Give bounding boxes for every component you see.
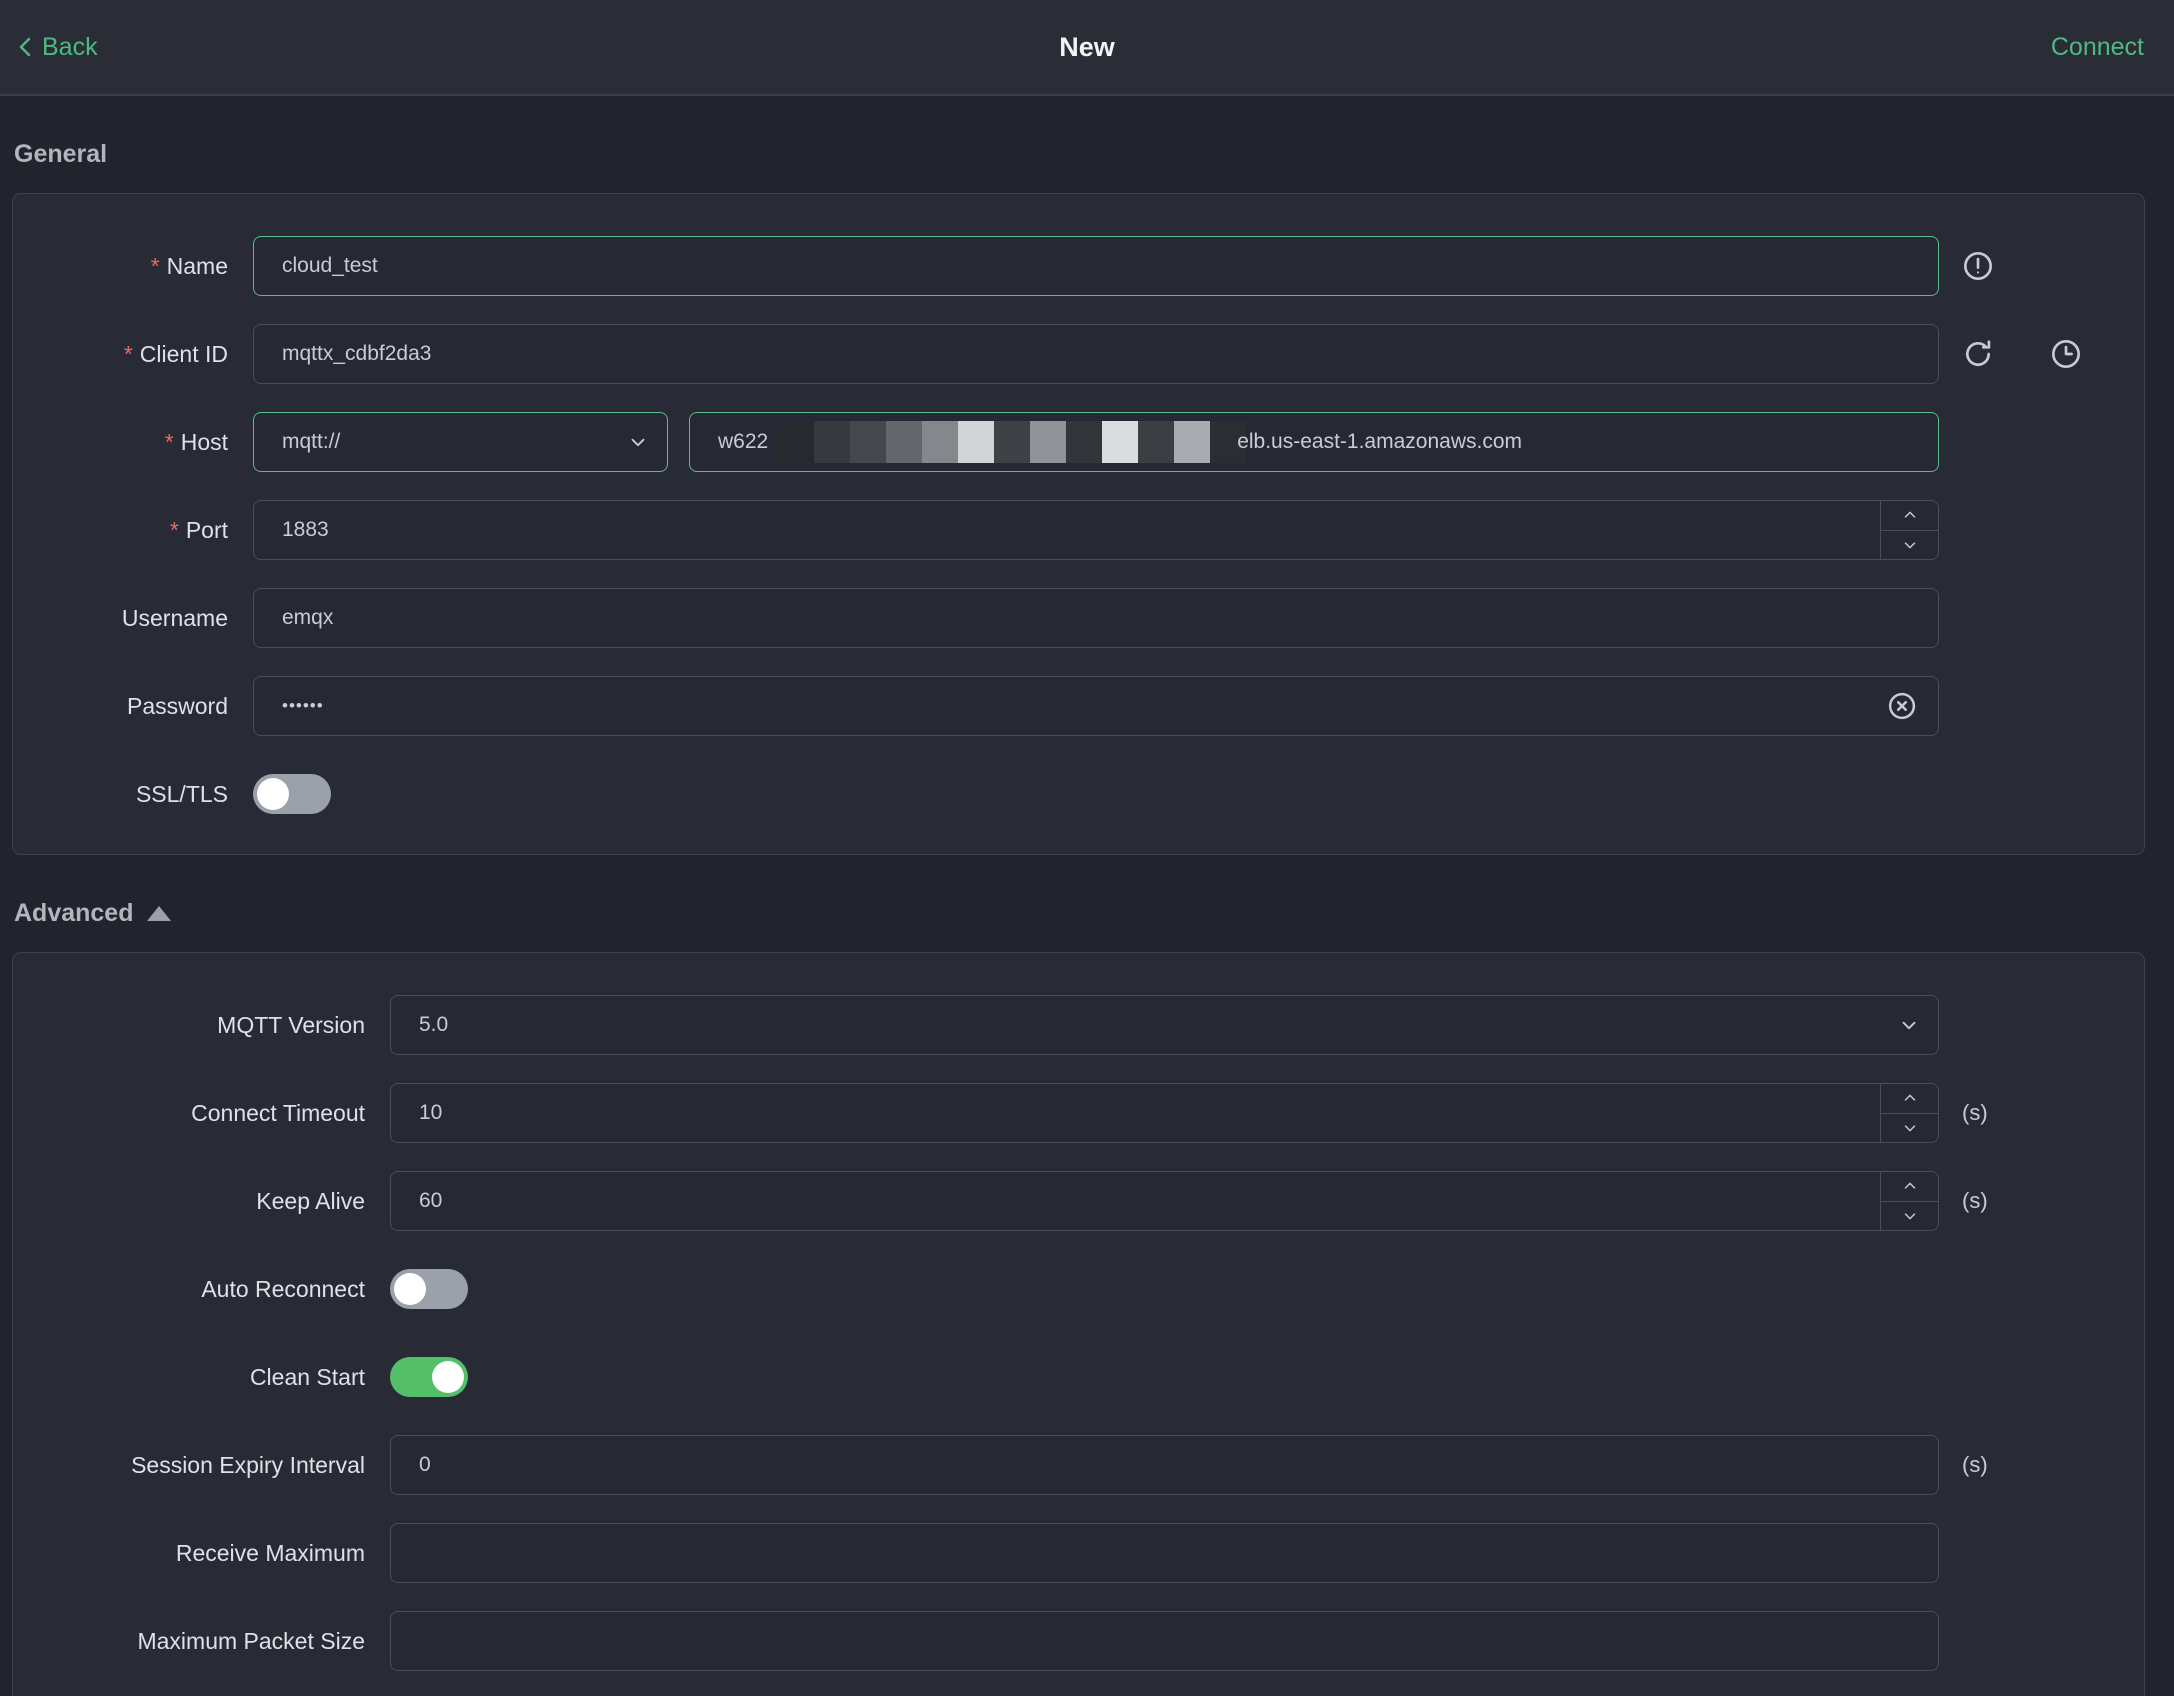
required-marker: *: [169, 516, 179, 543]
general-section-heading: General: [14, 140, 2145, 169]
port-field-row: * Port: [13, 500, 2144, 560]
stepper-up-icon[interactable]: [1881, 1084, 1938, 1114]
top-bar: Back New Connect: [0, 0, 2174, 96]
receive-maximum-label: Receive Maximum: [175, 1539, 365, 1566]
refresh-icon[interactable]: [1962, 338, 1994, 370]
password-field-row: Password: [13, 676, 2144, 736]
back-label: Back: [42, 32, 98, 61]
port-label: Port: [185, 516, 228, 543]
required-marker: *: [123, 340, 133, 367]
connect-timeout-label: Connect Timeout: [191, 1099, 365, 1126]
host-input[interactable]: w622 elb.us-east-1.amazonaws.com: [689, 412, 1939, 472]
stepper-down-icon[interactable]: [1881, 1202, 1938, 1231]
clear-input-icon[interactable]: [1887, 691, 1917, 721]
host-label: Host: [180, 428, 228, 455]
name-field-row: * Name: [13, 236, 2144, 296]
connection-form: General *Name *Client ID: [0, 140, 2174, 1696]
maximum-packet-size-label: Maximum Packet Size: [137, 1627, 365, 1654]
username-label: Username: [121, 604, 228, 631]
toggle-knob: [394, 1273, 426, 1305]
ssl-toggle[interactable]: [253, 774, 331, 814]
host-value-prefix: w622: [718, 430, 769, 453]
ssl-label: SSL/TLS: [135, 780, 228, 807]
port-stepper: [1880, 501, 1938, 559]
alert-circle-icon: [1962, 250, 1994, 282]
username-input[interactable]: [253, 588, 1939, 648]
password-input[interactable]: [253, 676, 1939, 736]
advanced-section-heading[interactable]: Advanced: [14, 899, 2145, 928]
connect-timeout-unit: (s): [1962, 1100, 1988, 1125]
advanced-panel: MQTT Version 5.0 Connect Timeout 10 (s) …: [12, 952, 2145, 1696]
keep-alive-unit: (s): [1962, 1188, 1988, 1213]
general-panel: *Name *Client ID: [12, 193, 2145, 855]
maximum-packet-size-field-row: Maximum Packet Size: [13, 1611, 2144, 1671]
keep-alive-input[interactable]: [390, 1171, 1939, 1231]
stepper-up-icon[interactable]: [1881, 501, 1938, 531]
back-button[interactable]: Back: [14, 0, 98, 94]
general-heading-label: General: [14, 140, 108, 168]
username-field-row: Username: [13, 588, 2144, 648]
protocol-select-value: mqtt://: [282, 430, 341, 453]
required-marker: *: [164, 428, 174, 455]
host-redaction-mosaic: [778, 421, 1247, 463]
mqtt-version-value: 5.0: [419, 1013, 449, 1036]
keep-alive-field-row: Keep Alive (s): [13, 1171, 2144, 1231]
chevron-down-icon: [1898, 1014, 1920, 1036]
connect-timeout-field-row: Connect Timeout (s): [13, 1083, 2144, 1143]
mqtt-version-field-row: MQTT Version 5.0: [13, 995, 2144, 1055]
collapse-arrow-icon: [147, 906, 172, 921]
connect-button[interactable]: Connect: [2051, 0, 2144, 94]
receive-maximum-input[interactable]: [390, 1523, 1939, 1583]
advanced-heading-label: Advanced: [14, 899, 134, 927]
toggle-knob: [432, 1361, 464, 1393]
connect-timeout-input[interactable]: [390, 1083, 1939, 1143]
chevron-down-icon: [627, 431, 649, 453]
host-field-row: * Host mqtt:// w622 elb.us-east-1.amazona…: [13, 412, 2144, 472]
clean-start-label: Clean Start: [249, 1363, 365, 1390]
stepper-down-icon[interactable]: [1881, 531, 1938, 560]
keep-alive-label: Keep Alive: [256, 1187, 365, 1214]
stepper-up-icon[interactable]: [1881, 1172, 1938, 1202]
session-expiry-unit: (s): [1962, 1452, 1988, 1477]
name-label: Name: [166, 252, 228, 279]
session-expiry-field-row: Session Expiry Interval (s): [13, 1435, 2144, 1495]
session-expiry-input[interactable]: [390, 1435, 1939, 1495]
clean-start-toggle[interactable]: [390, 1357, 468, 1397]
client-id-input[interactable]: [253, 324, 1939, 384]
maximum-packet-size-input[interactable]: [390, 1611, 1939, 1671]
chevron-left-icon: [14, 35, 38, 59]
receive-maximum-field-row: Receive Maximum: [13, 1523, 2144, 1583]
toggle-knob: [257, 778, 289, 810]
port-input[interactable]: [253, 500, 1939, 560]
clean-start-field-row: Clean Start: [13, 1347, 2144, 1407]
client-id-field-row: * Client ID: [13, 324, 2144, 384]
name-input[interactable]: [253, 236, 1939, 296]
mqtt-version-label: MQTT Version: [217, 1011, 365, 1038]
history-clock-icon[interactable]: [2050, 338, 2082, 370]
password-label: Password: [127, 692, 228, 719]
client-id-label: Client ID: [139, 340, 228, 367]
host-value-suffix: elb.us-east-1.amazonaws.com: [1237, 430, 1522, 453]
protocol-select[interactable]: mqtt://: [253, 412, 668, 472]
auto-reconnect-field-row: Auto Reconnect: [13, 1259, 2144, 1319]
mqtt-version-select[interactable]: 5.0: [390, 995, 1939, 1055]
required-marker: *: [150, 252, 160, 279]
auto-reconnect-toggle[interactable]: [390, 1269, 468, 1309]
session-expiry-label: Session Expiry Interval: [131, 1451, 365, 1478]
page-title: New: [1059, 31, 1115, 62]
ssl-field-row: SSL/TLS: [13, 764, 2144, 824]
auto-reconnect-label: Auto Reconnect: [201, 1275, 365, 1302]
connect-timeout-stepper: [1880, 1084, 1938, 1142]
stepper-down-icon[interactable]: [1881, 1114, 1938, 1143]
keep-alive-stepper: [1880, 1172, 1938, 1230]
